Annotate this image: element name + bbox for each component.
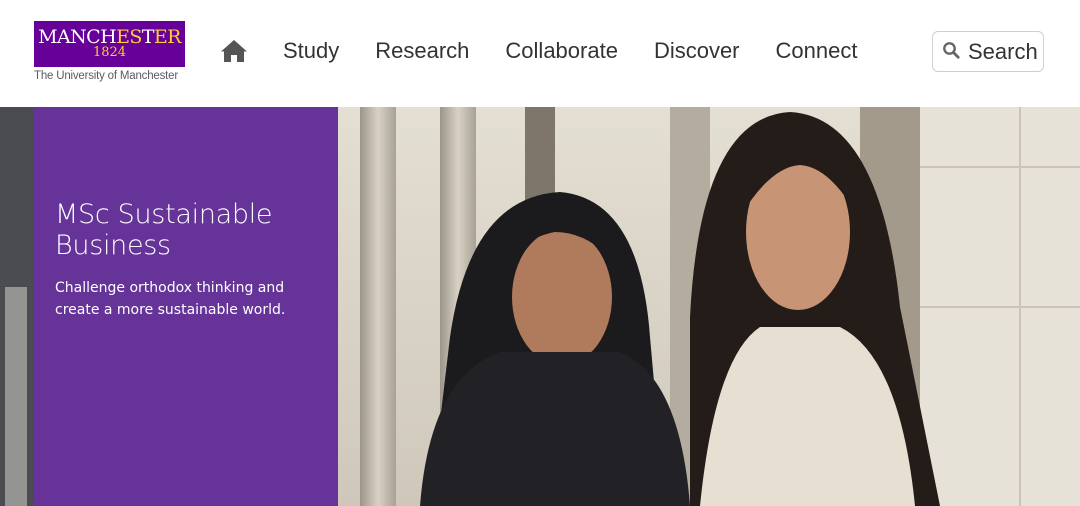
logo-year: 1824 [92,45,127,60]
hero-panel: MSc Sustainable Business Challenge ortho… [34,107,338,506]
hero-title: MSc Sustainable Business [55,199,273,261]
search-button[interactable]: Search [932,31,1044,72]
logo-wordmark: MANCHESTER 1824 [34,21,185,67]
nav-item-research[interactable]: Research [375,36,469,66]
site-header: MANCHESTER 1824 The University of Manche… [0,0,1080,107]
home-icon[interactable] [220,38,248,64]
nav-item-collaborate[interactable]: Collaborate [505,36,618,66]
search-label: Search [968,38,1038,64]
search-icon [942,41,960,63]
logo-name: MANCHESTER [38,26,181,48]
nav-item-discover[interactable]: Discover [654,36,740,66]
university-logo[interactable]: MANCHESTER 1824 The University of Manche… [34,21,185,82]
logo-subtitle: The University of Manchester [34,70,178,82]
nav-item-connect[interactable]: Connect [776,36,858,66]
hero-banner: MSc Sustainable Business Challenge ortho… [0,107,1080,506]
hero-description: Challenge orthodox thinking and create a… [55,280,286,318]
nav-item-study[interactable]: Study [283,36,339,66]
main-nav: Study Research Collaborate Discover Conn… [283,36,893,66]
